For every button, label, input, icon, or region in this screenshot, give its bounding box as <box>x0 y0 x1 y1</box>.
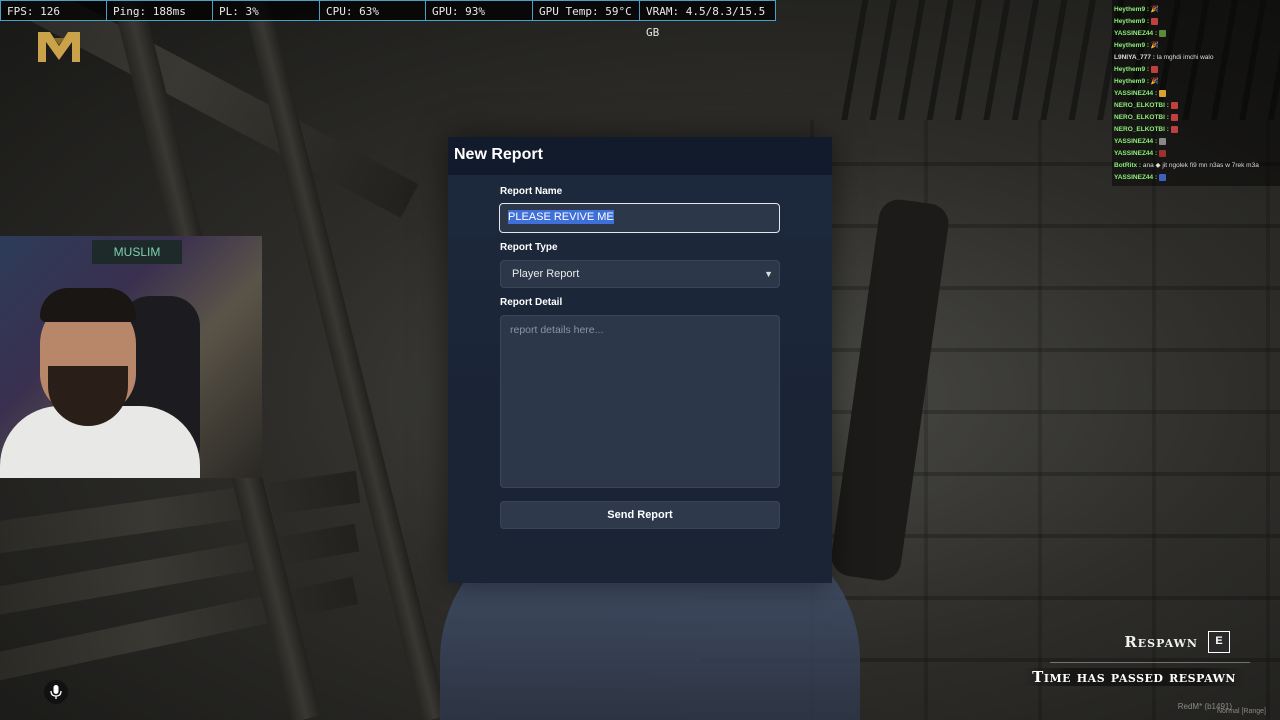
respawn-prompt: Respawn E <box>1124 631 1230 653</box>
webcam-sign: MUSLIM <box>92 240 182 264</box>
report-type-value: Player Report <box>512 268 580 280</box>
respawn-label: Respawn <box>1124 633 1198 651</box>
emote-icon <box>1170 113 1178 121</box>
chat-message: NERO_ELKOTBI : <box>1112 100 1280 112</box>
voice-mode-indicator: Normal [Range] <box>1216 708 1266 715</box>
report-name-label: Report Name <box>500 186 563 197</box>
stat-gpu-temp: GPU Temp: 59°C <box>533 0 640 21</box>
stat-pl: PL: 3% <box>213 0 320 21</box>
chat-message: L9NIYA_777 : la mghdi imchi walo <box>1114 54 1214 61</box>
chevron-down-icon: ▼ <box>764 269 773 279</box>
emote-icon <box>1170 125 1178 133</box>
emote-icon <box>1170 101 1178 109</box>
streamer-logo-icon <box>38 32 80 62</box>
emote-icon <box>1150 17 1158 25</box>
streamer-hair <box>40 288 136 322</box>
time-passed-message: Time has passed respawn <box>1022 668 1246 686</box>
send-report-button[interactable]: Send Report <box>500 501 780 529</box>
stream-chat: Heythem9 : 🎉 Heythem9 : YASSINEZ44 : Hey… <box>1112 0 1280 186</box>
chat-message: NERO_ELKOTBI : <box>1112 124 1280 136</box>
report-name-input[interactable]: PLEASE REVIVE ME <box>499 203 780 233</box>
chat-message: NERO_ELKOTBI : <box>1112 112 1280 124</box>
chat-message: YASSINEZ44 : <box>1112 136 1280 148</box>
chat-message: Heythem9 : 🎉 <box>1114 42 1159 49</box>
stat-ping: Ping: 188ms <box>107 0 213 21</box>
modal-header: New Report <box>448 137 832 175</box>
hud-divider <box>1050 662 1250 663</box>
report-detail-label: Report Detail <box>500 297 563 308</box>
stat-vram: VRAM: 4.5/8.3/15.5 GB <box>640 0 776 39</box>
emote-icon <box>1158 149 1166 157</box>
emote-icon <box>1158 29 1166 37</box>
modal-title: New Report <box>454 146 543 163</box>
emote-icon <box>1150 65 1158 73</box>
webcam-overlay: MUSLIM <box>0 236 262 478</box>
report-type-label: Report Type <box>500 242 558 253</box>
stat-fps: FPS: 126 <box>0 0 107 21</box>
report-type-select[interactable]: Player Report ▼ <box>500 260 780 288</box>
emote-icon <box>1158 137 1166 145</box>
chat-message: YASSINEZ44 : <box>1112 148 1280 160</box>
chat-message: YASSINEZ44 : <box>1112 172 1280 184</box>
report-detail-placeholder: report details here... <box>510 324 604 336</box>
chat-message: Heythem9 : 🎉 <box>1114 6 1159 13</box>
chat-message: YASSINEZ44 : <box>1112 28 1280 40</box>
respawn-key[interactable]: E <box>1208 631 1230 653</box>
chat-message: BotRitx : ana ◆ jit ngolek fi9 mn n3as w… <box>1114 162 1259 169</box>
chat-message: YASSINEZ44 : <box>1112 88 1280 100</box>
emote-icon <box>1158 89 1166 97</box>
emote-icon <box>1158 173 1166 181</box>
stat-gpu: GPU: 93% <box>426 0 533 21</box>
performance-stats-bar: FPS: 126 Ping: 188ms PL: 3% CPU: 63% GPU… <box>0 0 776 39</box>
chat-message: Heythem9 : <box>1112 64 1280 76</box>
chat-message: Heythem9 : 🎉 <box>1114 78 1159 85</box>
stat-cpu: CPU: 63% <box>320 0 426 21</box>
selected-text: PLEASE REVIVE ME <box>508 210 614 224</box>
chat-message: Heythem9 : <box>1112 16 1280 28</box>
new-report-modal: New Report Report Name PLEASE REVIVE ME … <box>448 137 832 583</box>
microphone-icon <box>44 680 68 704</box>
report-detail-textarea[interactable]: report details here... <box>500 315 780 488</box>
